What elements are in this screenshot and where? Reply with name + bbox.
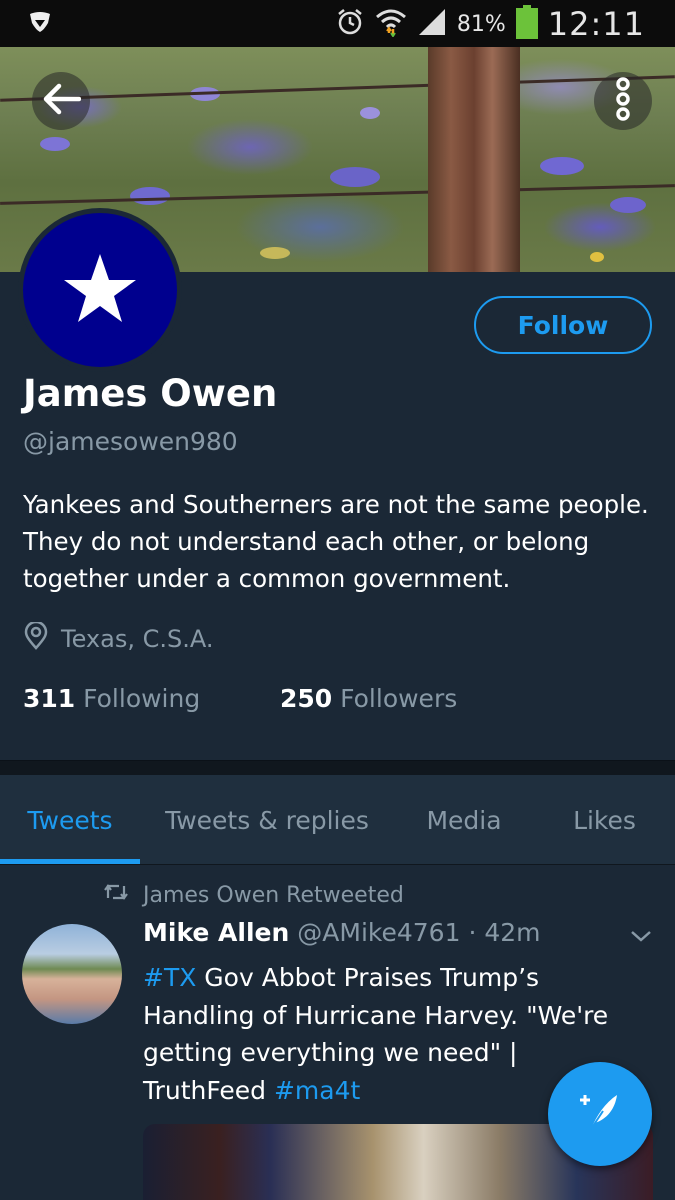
- retweet-label: James Owen Retweeted: [143, 882, 404, 908]
- profile-name: James Owen: [23, 372, 278, 415]
- tab-media[interactable]: Media: [394, 775, 534, 865]
- back-arrow-icon: [41, 83, 82, 119]
- profile-avatar[interactable]: [18, 208, 182, 372]
- tweet-author-name[interactable]: Mike Allen: [143, 918, 289, 947]
- compose-feather-icon: [577, 1089, 623, 1139]
- following-stat[interactable]: 311 Following: [23, 684, 200, 713]
- status-bar: 81% 12:11: [0, 0, 675, 47]
- tweet-menu-button[interactable]: [630, 928, 652, 947]
- followers-count: 250: [280, 684, 333, 713]
- battery-percent: 81%: [456, 11, 506, 37]
- location-pin-icon: [23, 620, 49, 656]
- followers-label: Followers: [340, 684, 458, 713]
- tab-likes[interactable]: Likes: [534, 775, 675, 865]
- followers-stat[interactable]: 250 Followers: [280, 684, 457, 713]
- alarm-icon: [335, 7, 365, 41]
- profile-tabs: Tweets Tweets & replies Media Likes: [0, 775, 675, 865]
- more-vertical-icon: [613, 77, 633, 125]
- profile-handle: @jamesowen980: [23, 427, 238, 456]
- retweet-icon: [103, 882, 129, 908]
- app-shield-icon: [28, 11, 52, 37]
- star-icon: [62, 252, 138, 328]
- tweet-time: 42m: [484, 918, 541, 947]
- active-tab-indicator: [0, 859, 140, 864]
- more-options-button[interactable]: [594, 72, 652, 130]
- tweet-separator: ·: [468, 918, 477, 947]
- retweet-context: James Owen Retweeted: [103, 882, 404, 908]
- location-text: Texas, C.S.A.: [61, 625, 214, 653]
- chevron-down-icon: [630, 928, 652, 947]
- tab-tweets-replies[interactable]: Tweets & replies: [140, 775, 394, 865]
- hashtag-link[interactable]: #TX: [143, 963, 196, 992]
- tweet-header: Mike Allen @AMike4761 · 42m: [143, 918, 541, 947]
- tweet-author-avatar[interactable]: [22, 924, 122, 1024]
- hashtag-link[interactable]: #ma4t: [274, 1076, 360, 1105]
- tweet-author-handle[interactable]: @AMike4761: [297, 918, 460, 947]
- status-icons: 81% 12:11: [335, 4, 645, 44]
- follow-button[interactable]: Follow: [474, 296, 652, 354]
- tweet-body: Gov Abbot Praises Trump’s Handling of Hu…: [143, 963, 609, 1105]
- tab-tweets[interactable]: Tweets: [0, 775, 140, 865]
- back-button[interactable]: [32, 72, 90, 130]
- battery-icon: [515, 5, 538, 43]
- compose-tweet-button[interactable]: [548, 1062, 652, 1166]
- signal-icon: [417, 7, 447, 41]
- section-divider: [0, 760, 675, 775]
- following-count: 311: [23, 684, 76, 713]
- fence-post: [428, 47, 520, 272]
- following-label: Following: [83, 684, 201, 713]
- profile-location: Texas, C.S.A.: [23, 620, 214, 656]
- avatar-flag: [23, 213, 177, 367]
- clock: 12:11: [547, 5, 645, 43]
- wifi-icon: [375, 7, 407, 41]
- profile-bio: Yankees and Southerners are not the same…: [23, 490, 649, 593]
